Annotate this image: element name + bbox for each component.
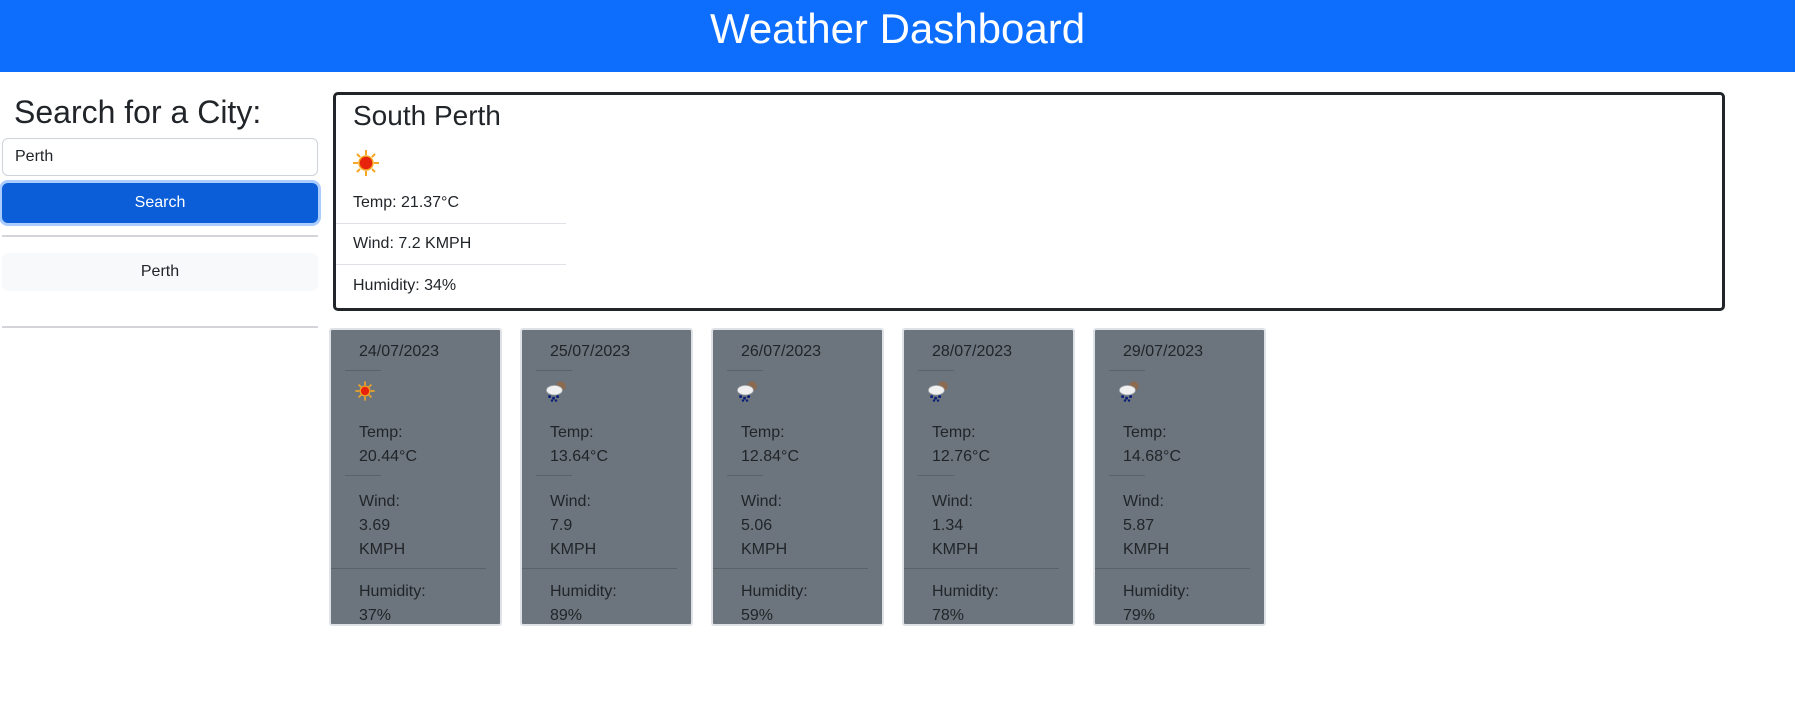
humidity-value: 78% xyxy=(932,607,965,624)
forecast-date: 24/07/2023 xyxy=(359,343,440,360)
divider xyxy=(345,475,381,476)
divider xyxy=(331,568,486,569)
humidity-label: Humidity: xyxy=(550,583,617,600)
sun-icon xyxy=(353,150,379,176)
temp-value: 13.64°C xyxy=(550,448,608,465)
wind-value: 3.69 xyxy=(359,517,391,534)
divider xyxy=(536,370,572,371)
rain-cloud-icon xyxy=(928,381,948,402)
forecast-card: 28/07/2023 Temp: 12.76°C Wind: 1.34 KMPH… xyxy=(902,328,1075,626)
humidity-value: 59% xyxy=(741,607,774,624)
forecast-card: 24/07/2023 Temp: 20.44°C Wind: 3.69 KMPH… xyxy=(329,328,502,626)
wind-label: Wind: xyxy=(550,493,591,510)
rain-cloud-icon xyxy=(737,381,757,402)
forecast-wind: Wind: 5.87 KMPH xyxy=(1109,490,1264,562)
forecast-temp: Temp: 12.84°C xyxy=(727,421,882,469)
wind-unit: KMPH xyxy=(1123,541,1170,558)
temp-label: Temp: xyxy=(359,424,403,441)
humidity-value: 89% xyxy=(550,607,583,624)
divider xyxy=(918,475,954,476)
divider xyxy=(1095,568,1250,569)
humidity-label: Humidity: xyxy=(359,583,426,600)
forecast-card: 29/07/2023 Temp: 14.68°C Wind: 5.87 KMPH… xyxy=(1093,328,1266,626)
forecast-date: 25/07/2023 xyxy=(550,343,631,360)
forecast-wind: Wind: 1.34 KMPH xyxy=(918,490,1073,562)
forecast-wind: Wind: 7.9 KMPH xyxy=(536,490,691,562)
temp-value: 20.44°C xyxy=(359,448,417,465)
wind-value: 5.87 xyxy=(1123,517,1155,534)
forecast-temp: Temp: 14.68°C xyxy=(1109,421,1264,469)
forecast-temp: Temp: 13.64°C xyxy=(536,421,691,469)
search-heading: Search for a City: xyxy=(14,94,262,130)
forecast-date: 29/07/2023 xyxy=(1123,343,1204,360)
temp-value: 14.68°C xyxy=(1123,448,1181,465)
temp-label: Temp: xyxy=(550,424,594,441)
temp-label: Temp: xyxy=(932,424,976,441)
wind-unit: KMPH xyxy=(550,541,597,558)
current-weather-card: South Perth Temp: 21.37°C Wind: 7.2 KMPH… xyxy=(333,92,1725,311)
current-temp: Temp: 21.37°C xyxy=(336,183,566,224)
wind-label: Wind: xyxy=(359,493,400,510)
wind-label: Wind: xyxy=(741,493,782,510)
wind-label: Wind: xyxy=(932,493,973,510)
history-item-perth[interactable]: Perth xyxy=(2,253,318,291)
divider xyxy=(904,568,1059,569)
forecast-date: 26/07/2023 xyxy=(741,343,822,360)
divider xyxy=(345,370,381,371)
forecast-humidity: Humidity: 89% xyxy=(536,580,691,628)
humidity-label: Humidity: xyxy=(932,583,999,600)
forecast-humidity: Humidity: 78% xyxy=(918,580,1073,628)
divider xyxy=(727,475,763,476)
forecast-card: 26/07/2023 Temp: 12.84°C Wind: 5.06 KMPH… xyxy=(711,328,884,626)
rain-cloud-icon xyxy=(1119,381,1139,402)
wind-unit: KMPH xyxy=(741,541,788,558)
divider xyxy=(918,370,954,371)
current-humidity: Humidity: 34% xyxy=(353,276,457,294)
rain-cloud-icon xyxy=(546,381,566,402)
temp-label: Temp: xyxy=(741,424,785,441)
city-search-input[interactable] xyxy=(2,138,318,176)
wind-value: 5.06 xyxy=(741,517,773,534)
forecast-card: 25/07/2023 Temp: 13.64°C Wind: 7.9 KMPH … xyxy=(520,328,693,626)
humidity-value: 37% xyxy=(359,607,392,624)
sun-icon xyxy=(355,381,375,401)
current-details-list: Temp: 21.37°C Wind: 7.2 KMPH Humidity: 3… xyxy=(336,183,566,306)
humidity-label: Humidity: xyxy=(741,583,808,600)
wind-unit: KMPH xyxy=(359,541,406,558)
search-button[interactable]: Search xyxy=(2,183,318,223)
divider xyxy=(536,475,572,476)
divider xyxy=(1109,370,1145,371)
temp-label: Temp: xyxy=(1123,424,1167,441)
current-city-name: South Perth xyxy=(353,100,501,131)
forecast-date: 28/07/2023 xyxy=(932,343,1013,360)
divider xyxy=(727,370,763,371)
forecast-temp: Temp: 20.44°C xyxy=(345,421,500,469)
divider xyxy=(2,326,318,328)
search-sidebar: Search for a City: Search Perth xyxy=(2,72,318,328)
page-title: Weather Dashboard xyxy=(709,5,1086,52)
forecast-humidity: Humidity: 79% xyxy=(1109,580,1264,628)
forecast-humidity: Humidity: 59% xyxy=(727,580,882,628)
wind-value: 7.9 xyxy=(550,517,573,534)
wind-unit: KMPH xyxy=(932,541,979,558)
forecast-row: 24/07/2023 Temp: 20.44°C Wind: 3.69 KMPH… xyxy=(329,328,1266,626)
forecast-wind: Wind: 3.69 KMPH xyxy=(345,490,500,562)
wind-value: 1.34 xyxy=(932,517,964,534)
current-wind: Wind: 7.2 KMPH xyxy=(336,224,566,265)
humidity-value: 79% xyxy=(1123,607,1156,624)
forecast-temp: Temp: 12.76°C xyxy=(918,421,1073,469)
divider xyxy=(2,235,318,237)
divider xyxy=(1109,475,1145,476)
forecast-wind: Wind: 5.06 KMPH xyxy=(727,490,882,562)
temp-value: 12.84°C xyxy=(741,448,799,465)
humidity-label: Humidity: xyxy=(1123,583,1190,600)
forecast-humidity: Humidity: 37% xyxy=(345,580,500,628)
divider xyxy=(522,568,677,569)
divider xyxy=(713,568,868,569)
temp-value: 12.76°C xyxy=(932,448,990,465)
page-header: Weather Dashboard xyxy=(0,0,1795,72)
wind-label: Wind: xyxy=(1123,493,1164,510)
